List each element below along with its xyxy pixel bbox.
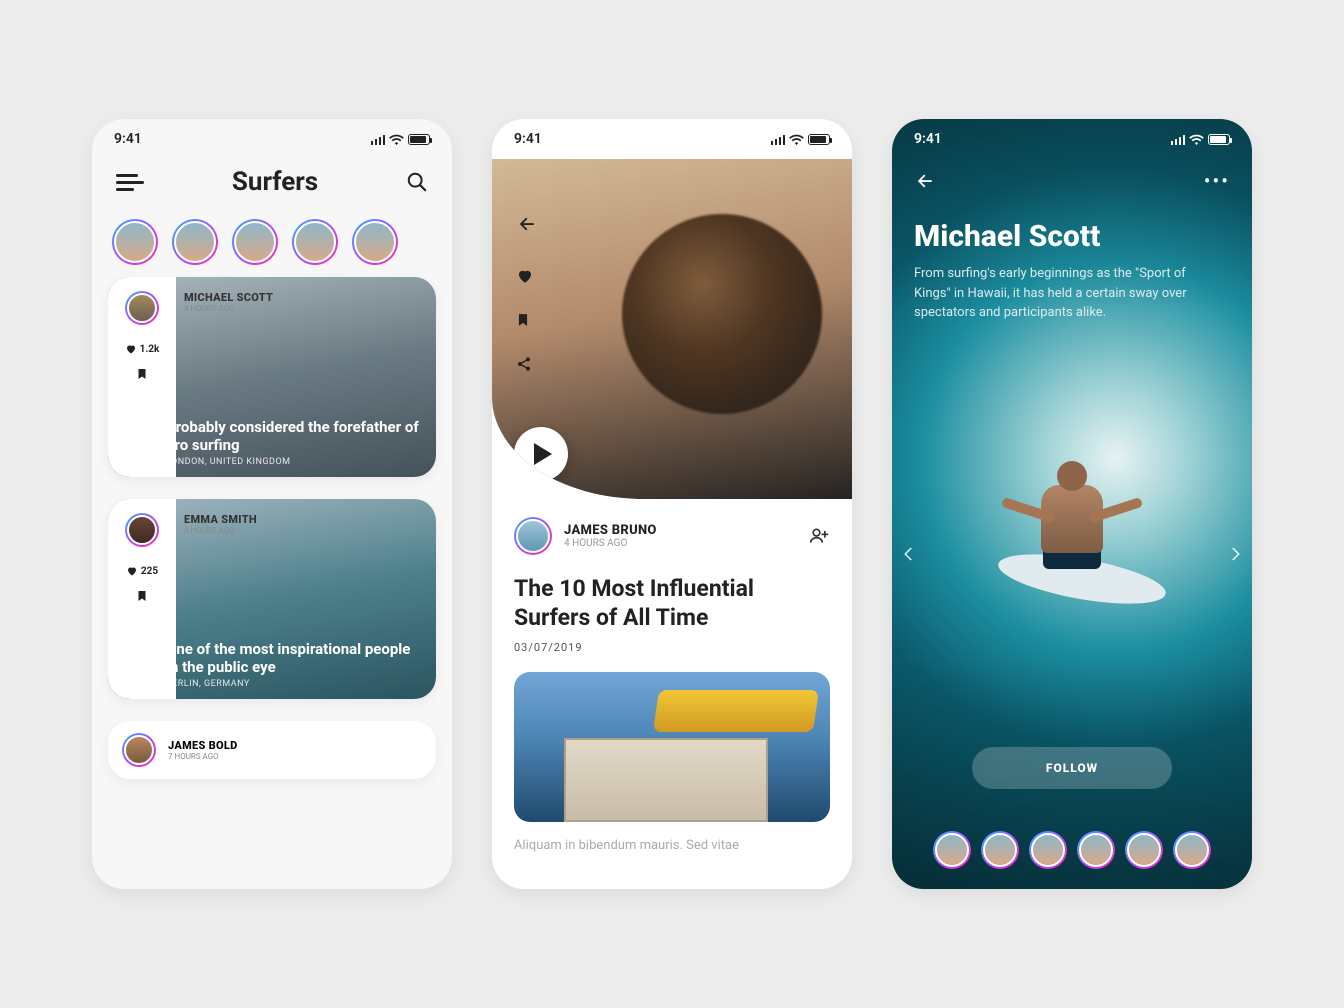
card-overlay: Probably considered the forefather of pr… — [166, 418, 424, 468]
story-item[interactable] — [292, 219, 338, 265]
author-avatar[interactable] — [125, 513, 159, 547]
story-item[interactable] — [352, 219, 398, 265]
stories-row — [92, 201, 452, 273]
story-item[interactable] — [1173, 831, 1211, 869]
search-icon[interactable] — [406, 171, 428, 193]
author-row: JAMES BRUNO 4 HOURS AGO — [514, 517, 830, 555]
article-hero — [492, 159, 852, 499]
author-avatar[interactable] — [122, 733, 156, 767]
story-item[interactable] — [1125, 831, 1163, 869]
add-user-icon[interactable] — [808, 526, 830, 546]
profile-header: Michael Scott From surfing's early begin… — [914, 219, 1230, 323]
top-nav: Surfers — [92, 159, 452, 201]
author-avatar[interactable] — [125, 291, 159, 325]
status-icons — [771, 134, 831, 145]
wifi-icon — [389, 134, 404, 145]
follow-button[interactable]: FOLLOW — [972, 747, 1172, 789]
like-count[interactable]: 1.2k — [125, 343, 160, 355]
feed: 1.2k MICHAEL SCOTT 4 HOURS AGO Probably … — [92, 273, 452, 783]
bookmark-icon[interactable] — [136, 367, 148, 381]
card-author-meta: EMMA SMITH 3 HOURS AGO — [184, 513, 257, 535]
battery-icon — [408, 134, 430, 145]
feed-card[interactable]: 1.2k MICHAEL SCOTT 4 HOURS AGO Probably … — [108, 277, 436, 477]
battery-icon — [1208, 134, 1230, 145]
profile-name: Michael Scott — [914, 219, 1230, 254]
back-icon[interactable] — [914, 172, 936, 190]
signal-icon — [371, 134, 386, 145]
battery-icon — [808, 134, 830, 145]
feed-card-compact[interactable]: JAMES BOLD 7 HOURS AGO — [108, 721, 436, 779]
status-icons — [371, 134, 431, 145]
status-bar: 9:41 — [492, 119, 852, 159]
page-title: Surfers — [232, 167, 318, 197]
author-avatar[interactable] — [514, 517, 552, 555]
signal-icon — [1171, 134, 1186, 145]
article-body: JAMES BRUNO 4 HOURS AGO The 10 Most Infl… — [492, 499, 852, 863]
article-title: The 10 Most Influential Surfers of All T… — [514, 575, 830, 633]
article-date: 03/07/2019 — [514, 641, 830, 654]
bookmark-icon[interactable] — [516, 311, 530, 329]
bookmark-icon[interactable] — [136, 589, 148, 603]
status-time: 9:41 — [914, 131, 942, 147]
story-item[interactable] — [232, 219, 278, 265]
share-icon[interactable] — [516, 355, 532, 373]
feed-card[interactable]: 225 EMMA SMITH 3 HOURS AGO One of the mo… — [108, 499, 436, 699]
heart-icon[interactable] — [516, 267, 534, 285]
story-item[interactable] — [933, 831, 971, 869]
hero-illustration — [1007, 429, 1137, 609]
profile-nav: ••• — [914, 169, 1230, 193]
story-item[interactable] — [1077, 831, 1115, 869]
hero-actions — [516, 215, 538, 373]
profile-stories — [892, 831, 1252, 869]
feed-screen: 9:41 Surfers 1.2k — [92, 119, 452, 889]
wifi-icon — [1189, 134, 1204, 145]
status-time: 9:41 — [114, 131, 142, 147]
article-text: Aliquam in bibendum mauris. Sed vitae — [514, 838, 830, 853]
card-actions: 225 — [108, 499, 176, 699]
status-icons — [1171, 134, 1231, 145]
profile-desc: From surfing's early beginnings as the "… — [914, 264, 1214, 323]
status-time: 9:41 — [514, 131, 542, 147]
next-icon[interactable] — [1226, 539, 1244, 569]
wifi-icon — [789, 134, 804, 145]
article-screen: 9:41 JAMES BRUNO 4 HOURS AGO T — [492, 119, 852, 889]
signal-icon — [771, 134, 786, 145]
card-overlay: One of the most inspirational people in … — [166, 640, 424, 690]
status-bar: 9:41 — [892, 119, 1252, 159]
story-item[interactable] — [172, 219, 218, 265]
card-author-meta: MICHAEL SCOTT 4 HOURS AGO — [184, 291, 273, 313]
story-item[interactable] — [1029, 831, 1067, 869]
back-icon[interactable] — [516, 215, 538, 233]
profile-screen: 9:41 ••• Michael Scott From surfing's ea… — [892, 119, 1252, 889]
profile-hero: 9:41 ••• Michael Scott From surfing's ea… — [892, 119, 1252, 889]
story-item[interactable] — [112, 219, 158, 265]
card-author-meta: JAMES BOLD 7 HOURS AGO — [168, 739, 238, 761]
status-bar: 9:41 — [92, 119, 452, 159]
story-item[interactable] — [981, 831, 1019, 869]
prev-icon[interactable] — [900, 539, 918, 569]
play-button[interactable] — [514, 427, 568, 481]
heart-icon — [125, 343, 137, 355]
like-count[interactable]: 225 — [126, 565, 158, 577]
menu-icon[interactable] — [116, 174, 144, 191]
article-image[interactable] — [514, 672, 830, 822]
heart-icon — [126, 565, 138, 577]
more-icon[interactable]: ••• — [1204, 169, 1230, 193]
card-actions: 1.2k — [108, 277, 176, 477]
